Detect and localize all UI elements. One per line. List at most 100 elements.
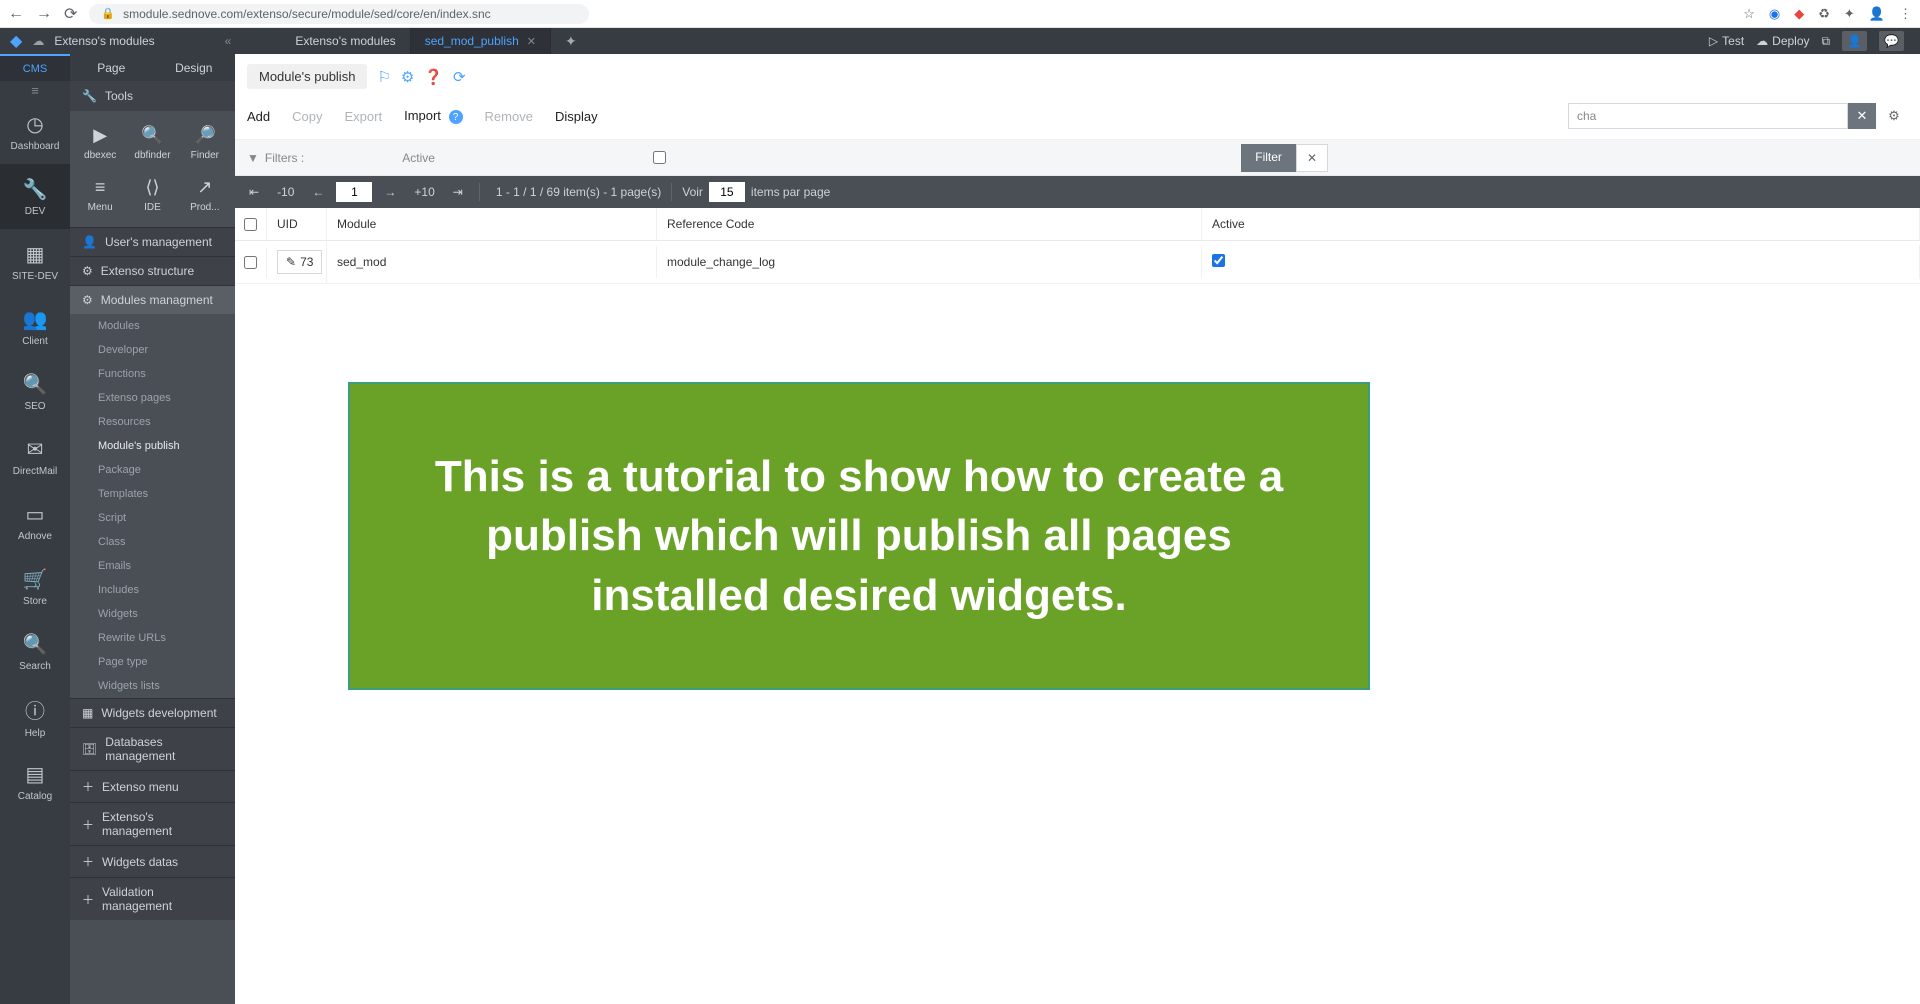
test-button[interactable]: ▷ Test xyxy=(1709,34,1744,48)
tab-extensos-modules[interactable]: Extenso's modules xyxy=(281,28,410,54)
display-button[interactable]: Display xyxy=(555,109,598,124)
tool-menu[interactable]: ≡Menu xyxy=(74,169,126,221)
sub-templates[interactable]: Templates xyxy=(70,482,235,506)
header-module[interactable]: Module xyxy=(327,208,657,240)
row-checkbox[interactable] xyxy=(244,256,257,269)
pager-p10[interactable]: +10 xyxy=(408,185,440,199)
pager-next-icon[interactable]: → xyxy=(378,185,402,199)
profile-icon[interactable]: 👤 xyxy=(1869,6,1885,22)
rail-seo[interactable]: 🔍SEO xyxy=(0,359,70,424)
bookmark-icon[interactable]: ⚐ xyxy=(377,68,390,86)
remove-button[interactable]: Remove xyxy=(485,109,533,124)
rail-site-dev[interactable]: ▦SITE-DEV xyxy=(0,229,70,294)
search-input[interactable] xyxy=(1568,103,1848,129)
filter-clear-button[interactable]: ✕ xyxy=(1296,144,1328,172)
import-help-icon[interactable]: ? xyxy=(449,110,463,124)
sub-class[interactable]: Class xyxy=(70,530,235,554)
section-databases[interactable]: 🗄Databases management xyxy=(70,727,235,770)
sub-modules[interactable]: Modules xyxy=(70,314,235,338)
section-extenso-mgmt[interactable]: ＋Extenso's management xyxy=(70,802,235,845)
rail-client[interactable]: 👥Client xyxy=(0,294,70,359)
ext-icon-3[interactable]: ♻ xyxy=(1818,6,1830,22)
gear-icon[interactable]: ⚙ xyxy=(401,68,414,86)
chat-icon[interactable]: 💬 xyxy=(1879,31,1904,51)
rail-dev[interactable]: 🔧DEV xyxy=(0,164,70,229)
rail-store[interactable]: 🛒Store xyxy=(0,554,70,619)
header-uid[interactable]: UID xyxy=(267,208,327,240)
header-ref[interactable]: Reference Code xyxy=(657,208,1202,240)
sub-modules-publish[interactable]: Module's publish xyxy=(70,434,235,458)
rail-directmail[interactable]: ✉DirectMail xyxy=(0,424,70,489)
url-bar[interactable]: 🔒 smodule.sednove.com/extenso/secure/mod… xyxy=(89,4,589,24)
rail-menu-icon[interactable]: ≡ xyxy=(0,81,70,99)
header-active[interactable]: Active xyxy=(1202,208,1920,240)
user-icon[interactable]: 👤 xyxy=(1842,31,1867,51)
forward-icon[interactable]: → xyxy=(36,5,52,23)
sub-resources[interactable]: Resources xyxy=(70,410,235,434)
section-validation[interactable]: ＋Validation management xyxy=(70,877,235,920)
tool-finder[interactable]: 🔎Finder xyxy=(179,117,231,169)
pager-per-input[interactable] xyxy=(709,182,745,202)
pager-last-icon[interactable]: ⇥ xyxy=(447,185,469,199)
search-settings-icon[interactable]: ⚙ xyxy=(1880,103,1908,129)
ext-icon-1[interactable]: ◉ xyxy=(1769,6,1780,22)
rail-catalog[interactable]: ▤Catalog xyxy=(0,749,70,814)
import-button[interactable]: Import ? xyxy=(404,108,462,125)
clear-search-button[interactable]: ✕ xyxy=(1848,103,1876,129)
help-icon[interactable]: ❓ xyxy=(424,68,443,86)
sub-rewrite-urls[interactable]: Rewrite URLs xyxy=(70,626,235,650)
pager-first-icon[interactable]: ⇤ xyxy=(243,185,265,199)
menu-icon[interactable]: ⋮ xyxy=(1899,6,1912,22)
edit-row-button[interactable]: ✎73 xyxy=(277,250,322,274)
sub-emails[interactable]: Emails xyxy=(70,554,235,578)
tool-dbfinder[interactable]: 🔍dbfinder xyxy=(126,117,178,169)
section-extenso-structure[interactable]: ⚙Extenso structure xyxy=(70,256,235,285)
ext-icon-2[interactable]: ◆ xyxy=(1794,6,1804,22)
sub-functions[interactable]: Functions xyxy=(70,362,235,386)
close-icon[interactable]: ✕ xyxy=(527,35,536,48)
reload-icon[interactable]: ⟳ xyxy=(64,4,77,24)
select-all-checkbox[interactable] xyxy=(244,218,257,231)
tab-sed-mod-publish[interactable]: sed_mod_publish ✕ xyxy=(411,28,551,54)
cms-tab[interactable]: CMS xyxy=(0,54,70,81)
tab-design[interactable]: Design xyxy=(153,54,236,81)
star-icon[interactable]: ☆ xyxy=(1743,6,1755,22)
rail-help[interactable]: ⓘHelp xyxy=(0,684,70,749)
external-icon[interactable]: ⧉ xyxy=(1822,34,1831,49)
add-button[interactable]: Add xyxy=(247,109,270,124)
sub-developer[interactable]: Developer xyxy=(70,338,235,362)
sub-page-type[interactable]: Page type xyxy=(70,650,235,674)
deploy-button[interactable]: ☁ Deploy xyxy=(1756,34,1809,48)
sub-extenso-pages[interactable]: Extenso pages xyxy=(70,386,235,410)
rail-dashboard[interactable]: ◷Dashboard xyxy=(0,99,70,164)
section-extenso-menu[interactable]: ＋Extenso menu xyxy=(70,770,235,802)
sub-package[interactable]: Package xyxy=(70,458,235,482)
sub-includes[interactable]: Includes xyxy=(70,578,235,602)
ext-icon-4[interactable]: ✦ xyxy=(1844,6,1855,22)
pager-page-input[interactable] xyxy=(336,182,372,202)
back-icon[interactable]: ← xyxy=(8,5,24,23)
section-widgets-datas[interactable]: ＋Widgets datas xyxy=(70,845,235,877)
tool-ide[interactable]: ⟨⟩IDE xyxy=(126,169,178,221)
sub-script[interactable]: Script xyxy=(70,506,235,530)
sub-widgets[interactable]: Widgets xyxy=(70,602,235,626)
filter-active-checkbox[interactable] xyxy=(653,151,666,164)
tab-page[interactable]: Page xyxy=(70,54,153,81)
row-active-checkbox[interactable] xyxy=(1212,254,1225,267)
sub-widgets-lists[interactable]: Widgets lists xyxy=(70,674,235,698)
tab-add[interactable]: ✦ xyxy=(551,28,591,54)
copy-button[interactable]: Copy xyxy=(292,109,322,124)
export-button[interactable]: Export xyxy=(345,109,383,124)
collapse-icon[interactable]: « xyxy=(225,34,232,48)
rail-adnove[interactable]: ▭Adnove xyxy=(0,489,70,554)
pager-prev-icon[interactable]: ← xyxy=(306,185,330,199)
filter-button[interactable]: Filter xyxy=(1241,144,1296,172)
section-modules-management[interactable]: ⚙Modules managment xyxy=(70,285,235,314)
tool-dbexec[interactable]: ▶dbexec xyxy=(74,117,126,169)
rail-cms-tab[interactable]: CMS xyxy=(0,54,70,81)
section-widgets-dev[interactable]: ▦Widgets development xyxy=(70,698,235,727)
refresh-icon[interactable]: ⟳ xyxy=(453,68,466,86)
pager-m10[interactable]: -10 xyxy=(271,185,300,199)
tool-prod[interactable]: ↗Prod... xyxy=(179,169,231,221)
section-users-management[interactable]: 👤User's management xyxy=(70,227,235,256)
